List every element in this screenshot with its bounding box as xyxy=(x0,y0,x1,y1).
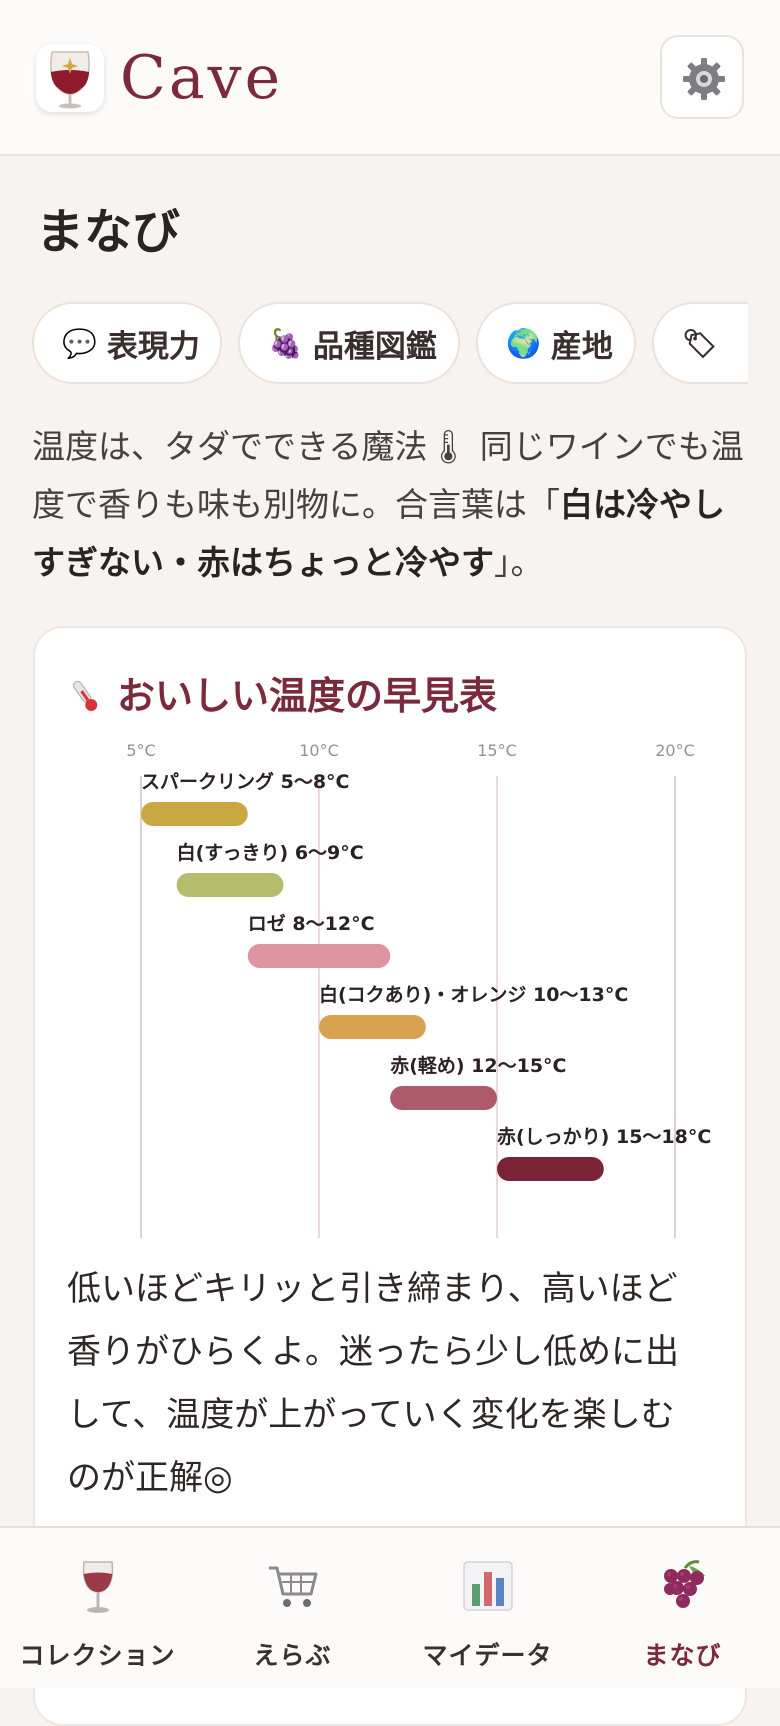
nav-item-my-data[interactable]: マイデータ xyxy=(390,1528,585,1688)
nav-item-choose[interactable]: えらぶ xyxy=(195,1528,390,1688)
range-bar xyxy=(141,802,248,826)
nav-label: えらぶ xyxy=(253,1641,332,1670)
tag-icon: 🏷 xyxy=(682,326,718,360)
gear-icon xyxy=(683,58,725,100)
settings-button[interactable] xyxy=(660,35,744,119)
range-label: スパークリング 5〜8°C xyxy=(141,770,350,793)
x-tick-label: 20°C xyxy=(655,741,695,760)
range-bar xyxy=(247,944,391,968)
nav-item-learn[interactable]: まなび xyxy=(585,1528,780,1688)
app-header: Cave xyxy=(0,0,780,156)
chip-more[interactable]: 🏷 xyxy=(652,302,748,384)
bar-chart-icon xyxy=(462,1561,513,1611)
range-label: 白(すっきり) 6〜9°C xyxy=(177,841,364,864)
x-tick-label: 15°C xyxy=(477,741,517,760)
thermometer-icon xyxy=(72,680,98,712)
app-title: Cave xyxy=(120,43,284,113)
category-chips: 💬 表現力 🍇 品種図鑑 🌍 産地 🏷 xyxy=(32,302,748,388)
bottom-nav: コレクション えらぶ マイデータ まなび xyxy=(0,1526,780,1688)
nav-label: まなび xyxy=(643,1641,722,1670)
chip-expression[interactable]: 💬 表現力 xyxy=(32,302,222,384)
speech-bubble-icon: 💬 xyxy=(62,326,97,360)
card-body-text: 低いほどキリッと引き締まり、高いほど香りがひらくよ。迷ったら少し低めに出して、温… xyxy=(67,1269,679,1498)
chip-label: 品種図鑑 xyxy=(312,328,437,365)
grapes-icon: 🍇 xyxy=(268,326,303,360)
chip-label: 表現力 xyxy=(106,328,200,365)
range-bar xyxy=(319,1015,426,1039)
wine-glass-icon xyxy=(82,1561,113,1613)
shopping-cart-icon xyxy=(268,1566,317,1607)
page-title: まなび xyxy=(36,204,181,260)
range-label: 赤(軽め) 12〜15°C xyxy=(390,1055,566,1077)
range-label: 白(コクあり)・オレンジ 10〜13°C xyxy=(319,983,628,1006)
range-bar xyxy=(176,873,284,897)
x-tick-label: 5°C xyxy=(126,741,155,760)
range-bar xyxy=(390,1086,497,1110)
range-bar xyxy=(497,1157,604,1181)
card-title-text: おいしい温度の早見表 xyxy=(117,674,498,718)
intro-text: 温度は、タダでできる魔法🌡 同じワインでも温度で香りも味も別物に。合言葉は「白は… xyxy=(32,418,748,592)
nav-item-collection[interactable]: コレクション xyxy=(0,1528,195,1688)
chip-label: 産地 xyxy=(550,328,613,365)
range-label: 赤(しっかり) 15〜18°C xyxy=(497,1126,711,1148)
grapes-icon xyxy=(663,1560,705,1608)
intro-part2: 」。 xyxy=(494,543,544,582)
temperature-range-chart: 5°C 10°C 15°C 20°C スパークリング 5〜8°C 白(すっきり) 6〜9°… xyxy=(126,741,711,1238)
chip-grape-encyclopedia[interactable]: 🍇 品種図鑑 xyxy=(238,302,460,384)
app-logo xyxy=(36,44,104,112)
card-title: おいしい温度の早見表 xyxy=(65,672,497,720)
chip-region[interactable]: 🌍 産地 xyxy=(476,302,636,384)
nav-label: コレクション xyxy=(19,1641,176,1670)
x-tick-label: 10°C xyxy=(299,741,339,760)
wine-glass-logo-icon xyxy=(50,51,90,109)
range-label: ロゼ 8〜12°C xyxy=(248,912,375,935)
nav-label: マイデータ xyxy=(422,1641,553,1670)
globe-icon: 🌍 xyxy=(506,326,541,360)
